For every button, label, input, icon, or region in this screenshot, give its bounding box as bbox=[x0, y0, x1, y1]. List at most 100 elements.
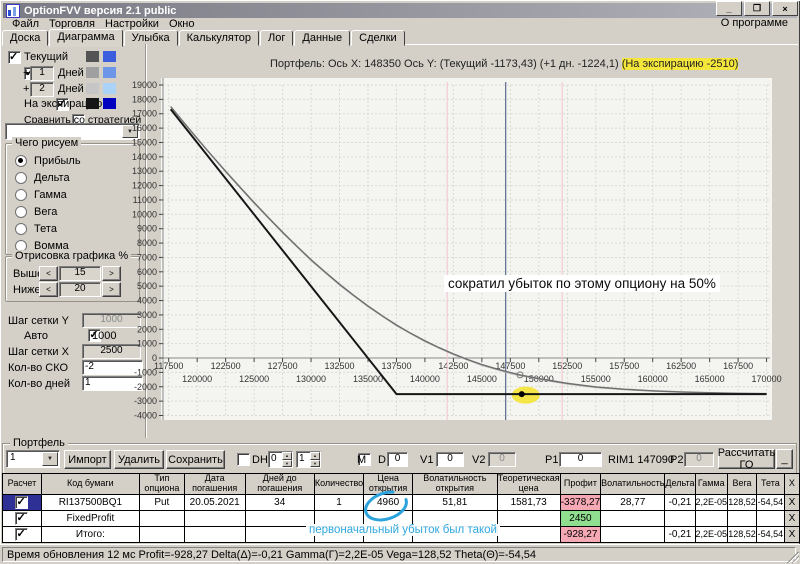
table-cell bbox=[139, 510, 184, 526]
d-input[interactable]: 0 bbox=[387, 452, 408, 467]
dh-checkbox[interactable] bbox=[237, 453, 250, 466]
table-cell: 20.05.2021 bbox=[184, 494, 245, 510]
row-calc-checkbox[interactable] bbox=[15, 512, 28, 525]
y-tick-label: 11000 bbox=[133, 195, 157, 205]
y-tick-label: 8000 bbox=[137, 238, 157, 248]
column-header: Волатильность bbox=[601, 474, 665, 495]
spin-down-icon[interactable]: ▼ bbox=[282, 460, 292, 468]
spin-down-icon[interactable]: ▼ bbox=[310, 460, 320, 468]
table-cell: -0,21 bbox=[665, 526, 695, 542]
expiration-dot bbox=[519, 391, 525, 397]
dh-spinner-2[interactable]: 1 ▲▼ bbox=[296, 451, 321, 468]
resize-grip-icon[interactable] bbox=[787, 551, 799, 563]
portfolio-select-value: 1 bbox=[10, 452, 16, 463]
table-cell bbox=[184, 526, 245, 542]
table-cell: -3378,27 bbox=[560, 494, 600, 510]
status-text: Время обновления 12 мс Profit=-928,27 De… bbox=[2, 547, 796, 562]
p1-input[interactable]: 0 bbox=[559, 452, 602, 467]
y-tick-label: -2000 bbox=[134, 382, 157, 392]
y-tick-label: 13000 bbox=[132, 166, 157, 176]
table-cell: -928,27 bbox=[560, 526, 600, 542]
table-cell bbox=[695, 510, 728, 526]
table-cell bbox=[139, 526, 184, 542]
y-tick-label: 15000 bbox=[132, 137, 157, 147]
y-tick-label: 19000 bbox=[132, 80, 157, 90]
table-cell bbox=[497, 510, 560, 526]
rim-price-label: RIM1 147090 bbox=[608, 454, 674, 466]
chart-header-expiration-value: (На экспирацию -2510) bbox=[622, 58, 739, 70]
y-tick-label: 7000 bbox=[137, 252, 157, 262]
column-header: Цена открытия bbox=[364, 474, 413, 495]
column-header: X bbox=[784, 474, 799, 495]
status-bar: Время обновления 12 мс Profit=-928,27 De… bbox=[0, 544, 800, 564]
x-tick-label: 125000 bbox=[239, 374, 269, 384]
x-tick-label: 137500 bbox=[381, 361, 411, 371]
mini-button[interactable]: _ bbox=[776, 449, 793, 469]
row-calc-checkbox[interactable] bbox=[15, 496, 28, 509]
dh-spinner-1[interactable]: 0 ▲▼ bbox=[268, 451, 293, 468]
row-delete-button[interactable]: X bbox=[784, 526, 799, 542]
ink-note-annotation: первоначальный убыток был такой bbox=[306, 524, 500, 536]
table-row[interactable]: RI137500BQ1Put20.05.2021341496051,811581… bbox=[3, 494, 800, 510]
y-tick-label: 4000 bbox=[137, 296, 157, 306]
row-delete-button[interactable]: X bbox=[784, 494, 799, 510]
column-header: Дней до погашения bbox=[245, 474, 314, 495]
spin-up-icon[interactable]: ▲ bbox=[310, 452, 320, 460]
table-cell: 1581,73 bbox=[497, 494, 560, 510]
y-tick-label: 10000 bbox=[132, 209, 157, 219]
x-tick-label: 165000 bbox=[695, 374, 725, 384]
x-tick-label: 132500 bbox=[324, 361, 354, 371]
app-window: OptionFVV версия 2.1 public _ ❐ × ФайлТо… bbox=[0, 0, 800, 564]
table-cell: FixedProfit bbox=[41, 510, 139, 526]
column-header: Теоретическая цена bbox=[497, 474, 560, 495]
y-tick-label: 2000 bbox=[137, 324, 157, 334]
table-cell bbox=[601, 526, 665, 542]
save-button[interactable]: Сохранить bbox=[166, 450, 225, 469]
y-tick-label: 17000 bbox=[132, 109, 157, 119]
portfolio-select[interactable]: 1 ▼ bbox=[6, 450, 60, 468]
column-header: Расчет bbox=[3, 474, 42, 495]
delete-button[interactable]: Удалить bbox=[114, 450, 164, 469]
dropdown-arrow-icon[interactable]: ▼ bbox=[42, 452, 58, 466]
calc-go-button[interactable]: Рассчитать ГО bbox=[718, 449, 775, 469]
p2-input[interactable]: 0 bbox=[684, 452, 714, 467]
y-tick-label: 1000 bbox=[137, 339, 157, 349]
x-tick-label: 152500 bbox=[552, 361, 582, 371]
column-header: Дата погашения bbox=[184, 474, 245, 495]
row-calc-checkbox[interactable] bbox=[15, 528, 28, 541]
table-cell: -54,54 bbox=[756, 494, 784, 510]
dh-spinner-2-value: 1 bbox=[299, 453, 305, 464]
column-header: Тип опциона bbox=[139, 474, 184, 495]
column-header: Тета bbox=[756, 474, 784, 495]
import-button[interactable]: Импорт bbox=[64, 450, 111, 469]
table-cell: Итого: bbox=[41, 526, 139, 542]
v2-input[interactable]: 0 bbox=[488, 452, 516, 467]
y-tick-label: 18000 bbox=[132, 94, 157, 104]
row-delete-button[interactable]: X bbox=[784, 510, 799, 526]
v1-input[interactable]: 0 bbox=[436, 452, 464, 467]
table-cell bbox=[245, 526, 314, 542]
x-tick-label: 157500 bbox=[609, 361, 639, 371]
table-cell: 2,2E-05 bbox=[695, 494, 728, 510]
x-tick-label: 155000 bbox=[581, 374, 611, 384]
table-cell bbox=[756, 510, 784, 526]
y-tick-label: 3000 bbox=[137, 310, 157, 320]
x-tick-label: 167500 bbox=[723, 361, 753, 371]
table-cell bbox=[184, 510, 245, 526]
dh-label: DH bbox=[252, 454, 268, 466]
column-header: Профит bbox=[560, 474, 600, 495]
x-tick-label: 162500 bbox=[666, 361, 696, 371]
x-tick-label: 145000 bbox=[467, 374, 497, 384]
x-tick-label: 170000 bbox=[752, 374, 782, 384]
x-tick-label: 120000 bbox=[182, 374, 212, 384]
dh-spinner-1-value: 0 bbox=[271, 453, 277, 464]
table-cell: 128,52 bbox=[728, 526, 757, 542]
table-cell: 1 bbox=[314, 494, 363, 510]
y-tick-label: 5000 bbox=[137, 281, 157, 291]
x-tick-label: 130000 bbox=[296, 374, 326, 384]
y-tick-label: 9000 bbox=[137, 224, 157, 234]
table-cell bbox=[665, 510, 695, 526]
spin-up-icon[interactable]: ▲ bbox=[282, 452, 292, 460]
y-tick-label: -3000 bbox=[134, 396, 157, 406]
y-tick-label: 14000 bbox=[132, 152, 157, 162]
